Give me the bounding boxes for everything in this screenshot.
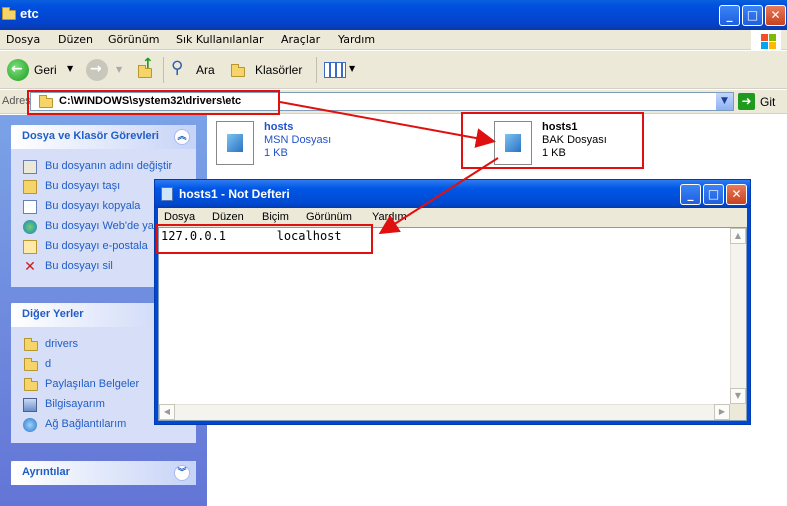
arrow-to-file xyxy=(279,101,496,148)
annotation-arrows xyxy=(279,101,499,235)
arrow-to-content xyxy=(378,157,499,235)
